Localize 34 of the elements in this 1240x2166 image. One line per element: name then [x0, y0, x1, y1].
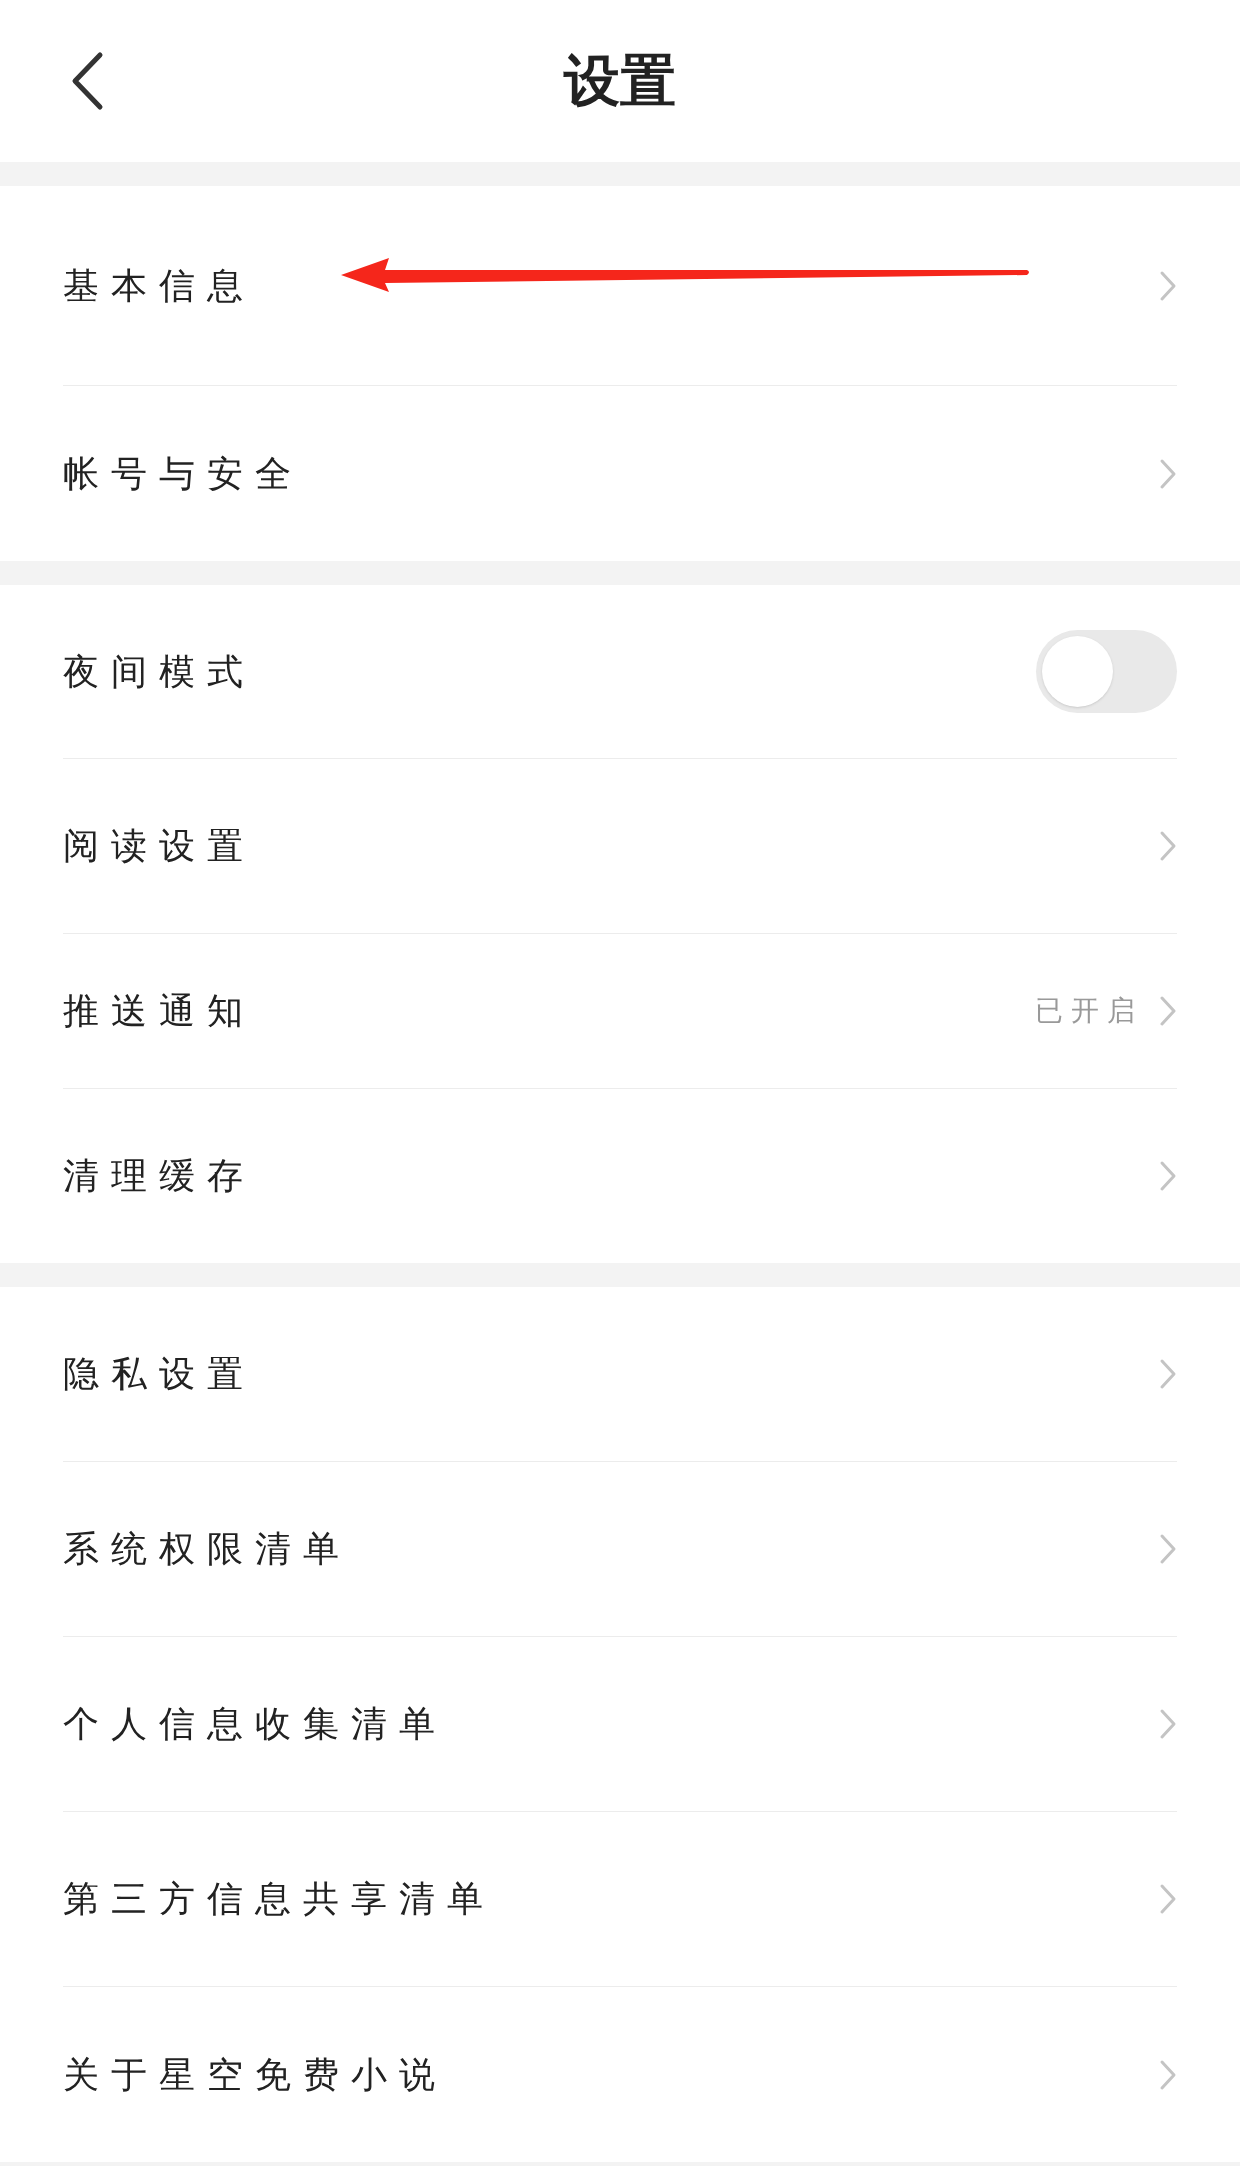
settings-row[interactable]: 清理缓存	[63, 1089, 1177, 1263]
row-label: 清理缓存	[63, 1154, 255, 1198]
chevron-right-icon	[1159, 1708, 1177, 1740]
settings-row[interactable]: 系统权限清单	[63, 1462, 1177, 1637]
settings-row[interactable]: 阅读设置	[63, 759, 1177, 934]
chevron-right-icon	[1159, 1533, 1177, 1565]
row-value: 已开启	[1035, 993, 1143, 1029]
settings-row[interactable]: 关于星空免费小说	[63, 1987, 1177, 2162]
chevron-right-icon	[1159, 1160, 1177, 1192]
row-label: 帐号与安全	[63, 451, 303, 496]
chevron-right-icon	[1159, 1358, 1177, 1390]
row-label: 夜间模式	[63, 649, 255, 694]
settings-row[interactable]: 帐号与安全	[63, 386, 1177, 561]
settings-row[interactable]: 第三方信息共享清单	[63, 1812, 1177, 1987]
chevron-right-icon	[1159, 269, 1177, 302]
settings-row[interactable]: 隐私设置	[63, 1287, 1177, 1462]
settings-row[interactable]: 推送通知 已开启	[63, 934, 1177, 1089]
row-label: 隐私设置	[63, 1352, 255, 1396]
chevron-right-icon	[1159, 830, 1177, 862]
chevron-right-icon	[1159, 1883, 1177, 1915]
row-label: 第三方信息共享清单	[63, 1877, 495, 1921]
row-label: 系统权限清单	[63, 1527, 351, 1571]
row-label: 关于星空免费小说	[63, 2052, 447, 2097]
page-title: 设置	[564, 47, 676, 115]
chevron-right-icon	[1159, 2058, 1177, 2091]
row-label: 阅读设置	[63, 824, 255, 868]
chevron-right-icon	[1159, 457, 1177, 490]
row-label: 推送通知	[63, 989, 255, 1033]
row-label: 基本信息	[63, 263, 255, 308]
settings-row[interactable]: 基本信息	[63, 186, 1177, 386]
settings-row[interactable]: 个人信息收集清单	[63, 1637, 1177, 1812]
chevron-right-icon	[1159, 995, 1177, 1027]
row-label: 个人信息收集清单	[63, 1702, 447, 1746]
settings-row[interactable]: 夜间模式	[63, 585, 1177, 759]
